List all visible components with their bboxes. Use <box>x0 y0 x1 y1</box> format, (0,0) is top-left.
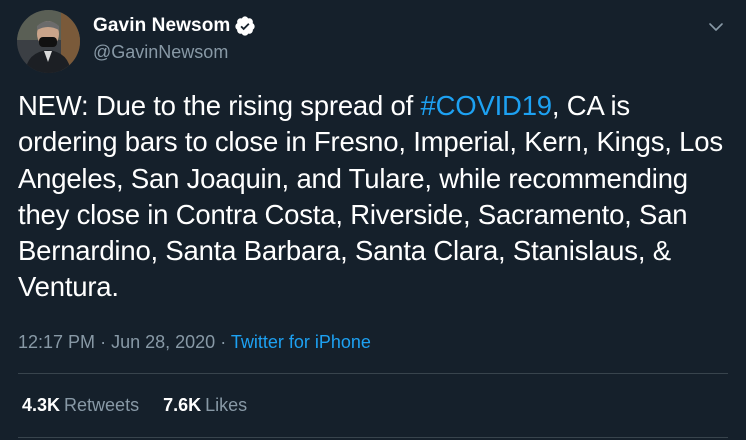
meta-separator: · <box>100 332 107 352</box>
tweet-header: Gavin Newsom @GavinNewsom <box>17 10 729 74</box>
hashtag-link[interactable]: #COVID19 <box>421 90 553 121</box>
retweets-label: Retweets <box>64 395 140 415</box>
author-handle[interactable]: @GavinNewsom <box>93 42 256 63</box>
tweet-source-link[interactable]: Twitter for iPhone <box>231 332 371 352</box>
display-name[interactable]: Gavin Newsom <box>93 15 230 37</box>
tweet-text-part-2: , CA is ordering bars to close in Fresno… <box>18 90 723 303</box>
tweet-text-part-1: NEW: Due to the rising spread of <box>18 90 421 121</box>
chevron-down-icon[interactable] <box>703 14 729 40</box>
tweet-meta: 12:17 PM · Jun 28, 2020 · Twitter for iP… <box>18 332 371 353</box>
display-name-row: Gavin Newsom <box>93 14 256 38</box>
likes-stat[interactable]: 7.6K Likes <box>163 395 247 416</box>
verified-badge-icon <box>234 15 256 37</box>
tweet-stats: 4.3K Retweets 7.6K Likes <box>22 395 247 416</box>
tweet-date[interactable]: Jun 28, 2020 <box>111 332 215 352</box>
avatar[interactable] <box>17 10 80 73</box>
likes-count: 7.6K <box>163 395 202 415</box>
avatar-image <box>17 10 80 73</box>
tweet-text: NEW: Due to the rising spread of #COVID1… <box>18 88 730 306</box>
retweets-stat[interactable]: 4.3K Retweets <box>22 395 139 416</box>
divider <box>18 373 728 374</box>
tweet-time[interactable]: 12:17 PM <box>18 332 95 352</box>
tweet-card: Gavin Newsom @GavinNewsom NEW: Due to th… <box>0 0 746 440</box>
divider <box>18 437 728 438</box>
likes-label: Likes <box>205 395 248 415</box>
author-names: Gavin Newsom @GavinNewsom <box>93 14 256 63</box>
retweets-count: 4.3K <box>22 395 61 415</box>
meta-separator: · <box>220 332 227 352</box>
